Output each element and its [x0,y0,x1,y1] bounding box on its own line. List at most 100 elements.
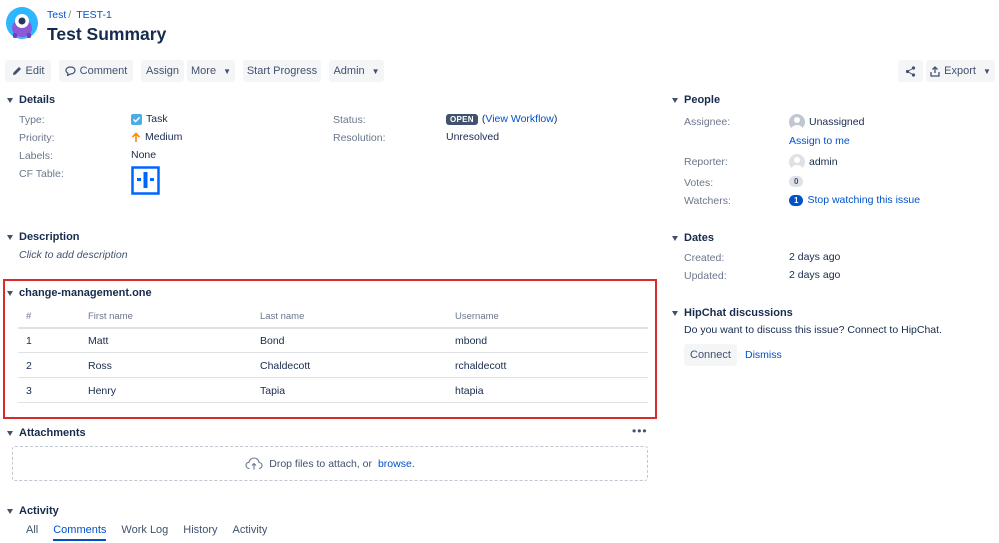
people-heading: People [684,94,721,106]
type-value-text: Task [146,113,168,125]
updated-label: Updated: [684,270,727,282]
table-cell: rchaldecott [455,360,507,372]
expand-icon [7,290,13,296]
resolution-value: Unresolved [446,131,500,143]
admin-button-label: Admin [333,65,365,77]
table-header-divider [18,327,648,329]
votes-value[interactable]: 0 [789,176,804,187]
expand-icon [7,430,13,436]
unassigned-avatar-icon [789,114,805,130]
share-button[interactable] [898,60,923,82]
watchers-value: 1 Stop watching this issue [789,194,920,206]
more-button-label: More [191,65,217,77]
table-cell: Chaldecott [260,360,311,372]
change-management-panel [3,279,657,419]
expand-icon [672,97,678,103]
expand-icon [7,508,13,514]
priority-medium-arrow-icon [131,131,141,142]
attachments-more-icon[interactable]: ••• [632,424,648,438]
table-cell: Tapia [260,385,286,397]
cf-table-icon[interactable] [131,166,160,198]
table-cell: 1 [26,335,32,347]
hipchat-heading: HipChat discussions [684,307,793,319]
page-title: Test Summary [47,24,167,44]
start-progress-button[interactable]: Start Progress [243,60,321,82]
tab-activity[interactable]: Activity [233,524,268,541]
task-type-icon [131,113,142,125]
watchers-label: Watchers: [684,195,731,207]
description-placeholder[interactable]: Click to add description [19,249,128,261]
attachments-section-toggle[interactable]: Attachments [7,427,86,439]
tab-comments[interactable]: Comments [53,524,107,541]
status-value: OPEN (View Workflow) [446,113,557,125]
change-management-heading: change-management.one [19,287,152,299]
column-header-number: # [26,311,32,322]
type-value: Task [131,113,168,125]
breadcrumb-issue-link[interactable]: TEST-1 [76,9,112,21]
breadcrumb: Test / TEST-1 [47,9,112,21]
description-section-toggle[interactable]: Description [7,231,80,243]
hipchat-prompt: Do you want to discuss this issue? Conne… [684,324,942,336]
row-divider [18,377,648,378]
table-cell: Ross [88,360,112,372]
assignee-value-text: Unassigned [809,116,865,128]
browse-link[interactable]: browse. [378,458,415,470]
assign-button[interactable]: Assign [141,60,184,82]
cloud-upload-icon [245,457,263,470]
stop-watching-link[interactable]: Stop watching this issue [807,194,920,206]
chevron-down-icon: ▼ [982,66,991,76]
hipchat-dismiss-link[interactable]: Dismiss [745,349,782,361]
watchers-count-badge[interactable]: 1 [789,194,804,206]
comment-button[interactable]: Comment [59,60,133,82]
breadcrumb-project-link[interactable]: Test [47,9,66,21]
view-workflow-link[interactable]: View Workflow [485,113,553,125]
created-label: Created: [684,252,725,264]
tab-all[interactable]: All [26,524,38,541]
export-icon [930,65,940,77]
expand-icon [672,235,678,241]
details-section-toggle[interactable]: Details [7,94,55,106]
expand-icon [7,234,13,240]
priority-label: Priority: [19,132,55,144]
details-heading: Details [19,94,56,106]
assign-button-label: Assign [145,65,180,77]
row-divider [18,352,648,353]
admin-button[interactable]: Admin ▼ [329,60,384,82]
column-header-username: Username [455,311,499,322]
pencil-icon [12,67,21,75]
table-cell: 3 [26,385,32,397]
description-heading: Description [19,231,80,243]
votes-count-badge: 0 [789,176,804,187]
table-cell: 2 [26,360,32,372]
expand-icon [672,310,678,316]
project-avatar-icon [6,7,38,39]
hipchat-connect-button[interactable]: Connect [684,344,737,366]
table-cell: mbond [455,335,488,347]
dropzone-text: Drop files to attach, or [269,457,372,470]
chevron-down-icon: ▼ [371,66,380,76]
hipchat-section-toggle[interactable]: HipChat discussions [672,307,793,319]
status-badge: OPEN [446,113,478,125]
dates-section-toggle[interactable]: Dates [672,232,714,244]
edit-button-label: Edit [25,65,45,77]
attachment-dropzone[interactable]: Drop files to attach, or browse. [12,446,648,481]
more-button[interactable]: More ▼ [187,60,235,82]
activity-section-toggle[interactable]: Activity [7,505,59,517]
activity-heading: Activity [19,505,59,517]
column-header-first-name: First name [88,311,133,322]
people-section-toggle[interactable]: People [672,94,720,106]
change-management-section-toggle[interactable]: change-management.one [7,287,152,299]
dates-heading: Dates [684,232,714,244]
export-button[interactable]: Export ▼ [926,60,995,82]
priority-value-text: Medium [145,131,183,143]
project-avatar[interactable] [5,6,39,40]
table-cell: htapia [455,385,484,397]
assign-to-me-link[interactable]: Assign to me [789,135,850,147]
table-cell: Henry [88,385,117,397]
edit-button[interactable]: Edit [5,60,51,82]
tab-history[interactable]: History [183,524,217,541]
priority-value: Medium [131,131,182,143]
tab-work-log[interactable]: Work Log [121,524,168,541]
chevron-down-icon: ▼ [223,66,231,76]
comment-button-label: Comment [79,65,128,77]
